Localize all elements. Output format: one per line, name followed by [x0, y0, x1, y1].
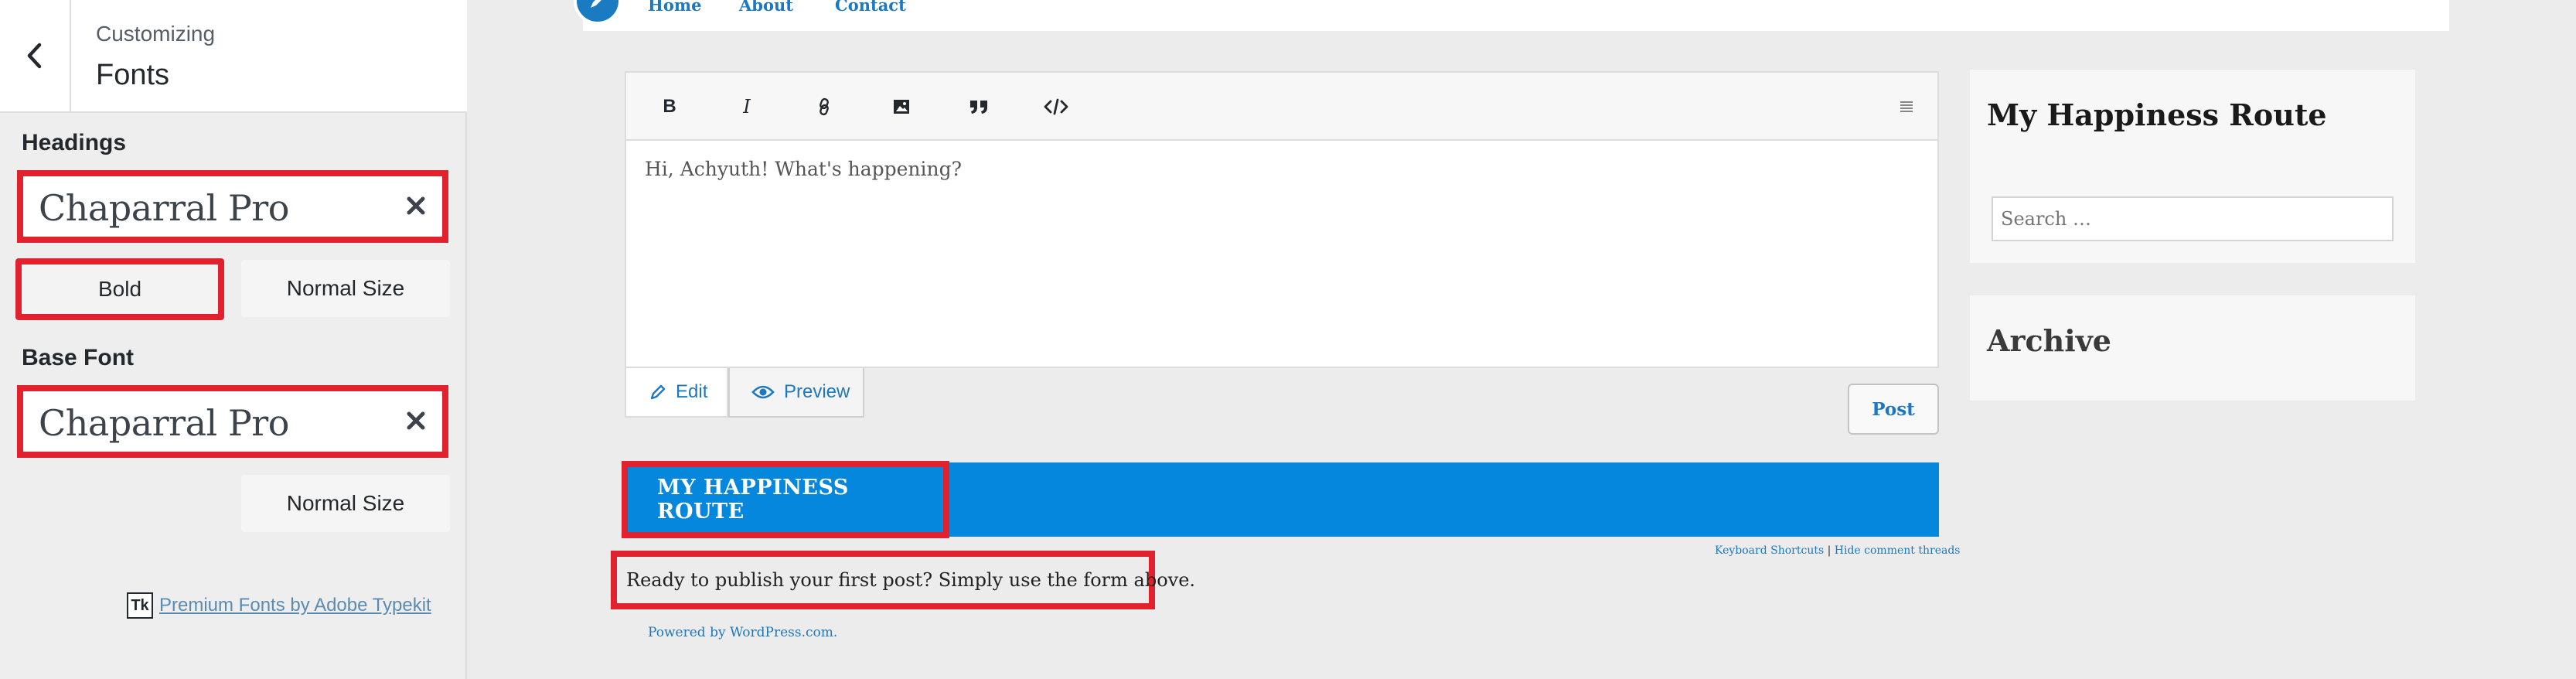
editor-textarea[interactable]: Hi, Achyuth! What's happening? [645, 158, 962, 180]
sidebar-header: Customizing Fonts [0, 0, 467, 113]
menu-lines-icon [1900, 101, 1913, 112]
image-tool-button[interactable] [886, 91, 917, 122]
archive-title: Archive [1987, 323, 2111, 358]
typekit-link[interactable]: Premium Fonts by Adobe Typekit [159, 595, 431, 616]
panel-subtitle: Customizing [96, 22, 216, 46]
eye-icon [751, 385, 775, 399]
archive-widget: Archive [1970, 295, 2415, 401]
post-editor: B I Hi, Achyuth! What's happening? [625, 71, 1939, 368]
back-button[interactable] [0, 0, 71, 111]
blog-title-widget: My Happiness Route [1970, 70, 2415, 263]
typekit-promo: Tk Premium Fonts by Adobe Typekit [127, 592, 431, 619]
tab-preview[interactable]: Preview [728, 368, 864, 418]
headings-label: Headings [22, 130, 127, 155]
nav-contact[interactable]: Contact [835, 0, 906, 15]
editor-toolbar: B I [626, 73, 1937, 141]
pencil-icon [591, 0, 601, 8]
base-size-button[interactable]: Normal Size [241, 475, 450, 532]
tab-edit[interactable]: Edit [625, 368, 728, 418]
italic-tool-button[interactable]: I [731, 91, 762, 122]
toolbar-toggle-button[interactable] [1891, 91, 1922, 122]
empty-posts-text: Ready to publish your first post? Simply… [626, 569, 1196, 591]
link-tool-button[interactable] [809, 91, 840, 122]
headings-font-name: Chaparral Pro [39, 187, 290, 229]
image-icon [894, 100, 909, 114]
site-title-highlight: MY HAPPINESS ROUTE [622, 461, 949, 538]
nav-about[interactable]: About [739, 0, 793, 15]
post-button[interactable]: Post [1848, 384, 1939, 435]
footer-shortcut-links: Keyboard Shortcuts | Hide comment thread… [1715, 544, 1960, 557]
typekit-logo: Tk [127, 592, 153, 619]
code-icon [1044, 98, 1068, 115]
bold-tool-button[interactable]: B [654, 91, 685, 122]
code-tool-button[interactable] [1041, 91, 1072, 122]
powered-by-link[interactable]: Powered by WordPress.com. [648, 625, 837, 640]
hide-comment-threads-link[interactable]: Hide comment threads [1835, 544, 1961, 557]
customizer-sidebar: Customizing Fonts Headings Chaparral Pro… [0, 0, 467, 679]
widget-blog-title: My Happiness Route [1987, 97, 2327, 132]
base-font-field[interactable]: Chaparral Pro [17, 385, 448, 458]
headings-font-field[interactable]: Chaparral Pro [17, 170, 448, 243]
base-font-label: Base Font [22, 345, 135, 370]
quote-icon [970, 101, 987, 114]
panel-title: Fonts [96, 59, 170, 91]
search-input[interactable] [1992, 196, 2394, 241]
empty-posts-message: Ready to publish your first post? Simply… [611, 551, 1195, 609]
bold-button[interactable]: Bold [15, 258, 224, 320]
tab-preview-label: Preview [784, 381, 850, 402]
clear-headings-font-icon[interactable] [400, 190, 431, 221]
tab-edit-label: Edit [676, 381, 708, 402]
keyboard-shortcuts-link[interactable]: Keyboard Shortcuts [1715, 544, 1824, 557]
link-icon [819, 97, 829, 116]
site-title[interactable]: MY HAPPINESS ROUTE [657, 476, 943, 524]
chevron-left-icon [27, 43, 42, 69]
pencil-icon [650, 384, 666, 400]
base-font-name: Chaparral Pro [39, 402, 290, 444]
nav-home[interactable]: Home [648, 0, 701, 15]
headings-size-button[interactable]: Normal Size [241, 260, 450, 317]
quote-tool-button[interactable] [963, 91, 994, 122]
clear-base-font-icon[interactable] [400, 405, 431, 436]
link-separator: | [1827, 544, 1831, 557]
